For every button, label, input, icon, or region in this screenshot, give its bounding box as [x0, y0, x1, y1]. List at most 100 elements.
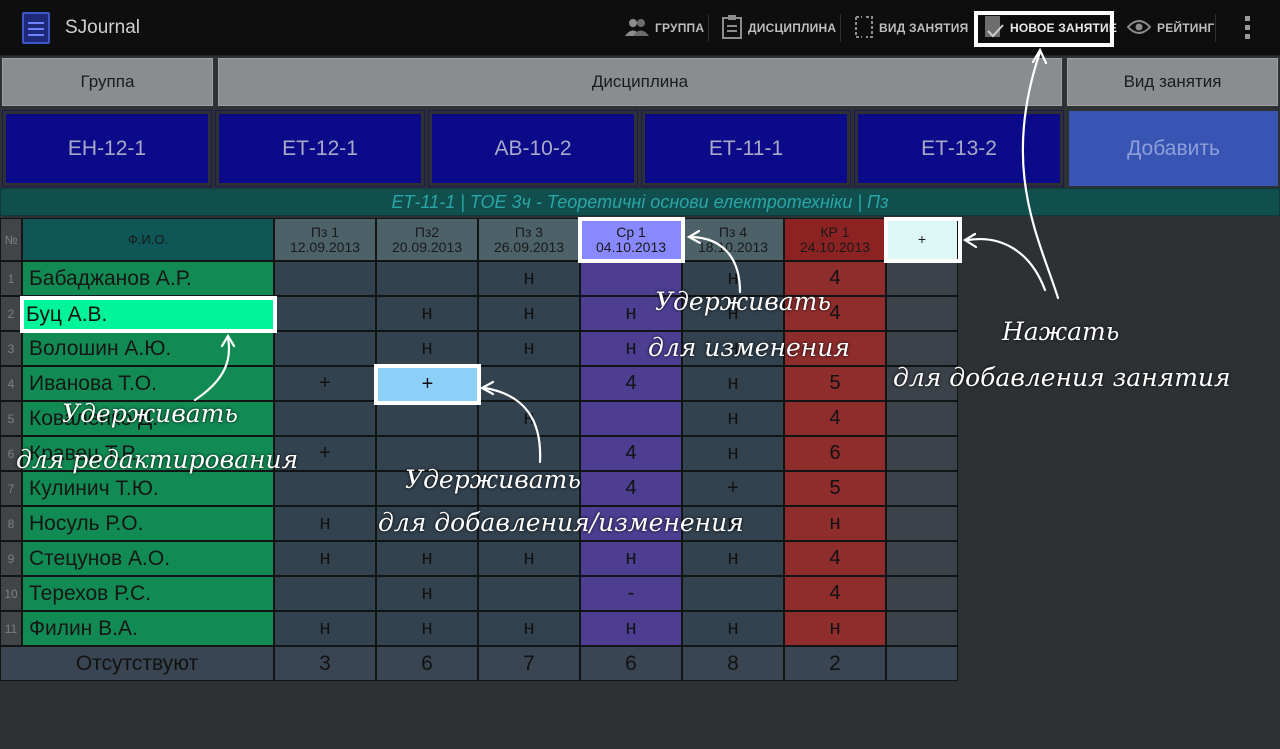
- mark-cell[interactable]: [274, 296, 376, 331]
- mark-cell[interactable]: н: [376, 576, 478, 611]
- mark-cell[interactable]: н: [682, 401, 784, 436]
- mark-cell[interactable]: -: [580, 576, 682, 611]
- mark-cell[interactable]: н: [478, 611, 580, 646]
- empty-new-lesson-cell[interactable]: [886, 541, 958, 576]
- student-name-cell[interactable]: Терехов Р.С.: [22, 576, 274, 611]
- mark-cell[interactable]: н: [682, 366, 784, 401]
- mark-cell[interactable]: 4: [784, 401, 886, 436]
- mark-cell[interactable]: н: [478, 331, 580, 366]
- mark-cell[interactable]: 4: [580, 436, 682, 471]
- student-name-cell[interactable]: Волошин А.Ю.: [22, 331, 274, 366]
- mark-cell[interactable]: [376, 401, 478, 436]
- mark-cell[interactable]: +: [682, 471, 784, 506]
- overflow-menu-icon[interactable]: [1245, 16, 1250, 43]
- selected-mark-cell[interactable]: +: [374, 364, 481, 405]
- row-number: 7: [0, 471, 22, 506]
- selected-student-name: Буц А.В.: [26, 302, 108, 326]
- selected-student-cell[interactable]: Буц А.В.: [20, 296, 277, 333]
- mark-cell[interactable]: 4: [784, 576, 886, 611]
- absent-total-cell: 6: [580, 646, 682, 681]
- mark-cell[interactable]: н: [376, 541, 478, 576]
- actionbar-lesson-type-button[interactable]: ВИД ЗАНЯТИЯ: [855, 0, 968, 56]
- empty-new-lesson-cell[interactable]: [886, 331, 958, 366]
- lesson-column-header[interactable]: Пз2 20.09.2013: [376, 218, 478, 261]
- empty-new-lesson-cell[interactable]: [886, 296, 958, 331]
- absent-total-empty: [886, 646, 958, 681]
- mark-cell[interactable]: н: [376, 296, 478, 331]
- mark-cell[interactable]: [274, 576, 376, 611]
- mark-cell[interactable]: [580, 401, 682, 436]
- empty-new-lesson-cell[interactable]: [886, 436, 958, 471]
- mark-cell[interactable]: н: [274, 541, 376, 576]
- mark-cell[interactable]: [274, 471, 376, 506]
- lesson-column-header[interactable]: Пз 3 26.09.2013: [478, 218, 580, 261]
- empty-new-lesson-cell[interactable]: [886, 401, 958, 436]
- lesson-column-header[interactable]: КР 1 24.10.2013: [784, 218, 886, 261]
- group-tile[interactable]: ЕТ-12-1: [215, 110, 425, 187]
- mark-cell[interactable]: н: [274, 506, 376, 541]
- lesson-column-header[interactable]: Пз 1 12.09.2013: [274, 218, 376, 261]
- absent-total-label: Отсутствуют: [0, 646, 274, 681]
- student-name-cell[interactable]: Бабаджанов А.Р.: [22, 261, 274, 296]
- annotation-hold-add-title: Удерживать: [405, 465, 582, 494]
- group-tile[interactable]: ЕН-12-1: [2, 110, 212, 187]
- mark-cell[interactable]: н: [478, 261, 580, 296]
- mark-cell[interactable]: н: [478, 296, 580, 331]
- empty-new-lesson-cell[interactable]: [886, 471, 958, 506]
- mark-cell[interactable]: [682, 576, 784, 611]
- mark-cell[interactable]: 4: [580, 366, 682, 401]
- mark-cell[interactable]: [274, 401, 376, 436]
- actionbar-group-button[interactable]: ГРУППА: [625, 0, 704, 56]
- lesson-type-header-button[interactable]: Вид занятия: [1067, 58, 1278, 106]
- student-name-cell[interactable]: Носуль Р.О.: [22, 506, 274, 541]
- annotation-hold-add-text: для добавления/изменения: [378, 508, 744, 537]
- mark-cell[interactable]: н: [478, 541, 580, 576]
- mark-cell[interactable]: н: [682, 436, 784, 471]
- mark-cell[interactable]: +: [274, 366, 376, 401]
- mark-cell[interactable]: 4: [580, 471, 682, 506]
- row-number: 1: [0, 261, 22, 296]
- actionbar-discipline-button[interactable]: ДИСЦИПЛИНА: [722, 0, 836, 56]
- student-name-cell[interactable]: Кулинич Т.Ю.: [22, 471, 274, 506]
- empty-new-lesson-cell[interactable]: [886, 611, 958, 646]
- mark-cell[interactable]: [478, 576, 580, 611]
- mark-cell[interactable]: н: [274, 611, 376, 646]
- group-tile[interactable]: ЕТ-11-1: [641, 110, 851, 187]
- mark-cell[interactable]: [478, 366, 580, 401]
- annotation-hold-edit-text: для редактирования: [16, 445, 299, 474]
- discipline-header-button[interactable]: Дисциплина: [218, 58, 1062, 106]
- mark-cell[interactable]: 4: [784, 541, 886, 576]
- app-logo-icon: [22, 12, 50, 44]
- mark-cell[interactable]: н: [784, 506, 886, 541]
- student-name-cell[interactable]: Филин В.А.: [22, 611, 274, 646]
- mark-cell[interactable]: 5: [784, 471, 886, 506]
- row-number: 2: [0, 296, 22, 331]
- mark-cell[interactable]: н: [376, 611, 478, 646]
- group-tile[interactable]: ЕТ-13-2: [854, 110, 1064, 187]
- empty-new-lesson-cell[interactable]: [886, 506, 958, 541]
- student-name-cell[interactable]: Иванова Т.О.: [22, 366, 274, 401]
- mark-cell[interactable]: н: [580, 611, 682, 646]
- add-group-button[interactable]: Добавить: [1069, 111, 1278, 186]
- actionbar-rating-button[interactable]: РЕЙТИНГ: [1126, 0, 1214, 56]
- lesson-column-header[interactable]: Пз 4 18.10.2013: [682, 218, 784, 261]
- mark-cell[interactable]: [376, 261, 478, 296]
- actionbar-lesson-type-label: ВИД ЗАНЯТИЯ: [879, 21, 969, 35]
- mark-cell[interactable]: 6: [784, 436, 886, 471]
- mark-cell[interactable]: н: [478, 401, 580, 436]
- mark-cell[interactable]: [274, 331, 376, 366]
- annotation-hold-edit-title: Удерживать: [62, 399, 239, 428]
- mark-cell[interactable]: н: [682, 541, 784, 576]
- mark-cell[interactable]: н: [682, 611, 784, 646]
- mark-cell[interactable]: н: [580, 541, 682, 576]
- empty-new-lesson-cell[interactable]: [886, 576, 958, 611]
- row-number: 8: [0, 506, 22, 541]
- mark-cell[interactable]: [274, 261, 376, 296]
- group-header-button[interactable]: Группа: [2, 58, 213, 106]
- mark-cell[interactable]: н: [784, 611, 886, 646]
- mark-cell[interactable]: н: [376, 331, 478, 366]
- mark-cell[interactable]: 5: [784, 366, 886, 401]
- group-tile[interactable]: АВ-10-2: [428, 110, 638, 187]
- empty-new-lesson-cell[interactable]: [886, 261, 958, 296]
- student-name-cell[interactable]: Стецунов А.О.: [22, 541, 274, 576]
